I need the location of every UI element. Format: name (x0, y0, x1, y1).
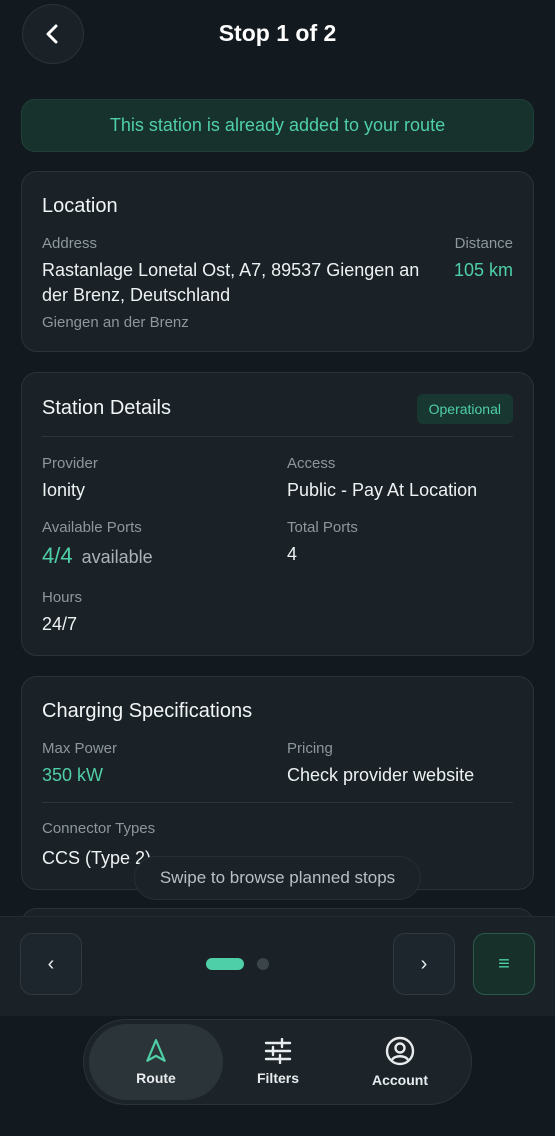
swipe-hint-toast: Swipe to browse planned stops (134, 856, 421, 900)
distance-value: 105 km (453, 260, 513, 280)
page-title: Stop 1 of 2 (218, 20, 337, 46)
address-label: Address (42, 235, 98, 252)
location-card: Location Address Rastanlage Lonetal Ost,… (21, 171, 534, 352)
connector-types-value: CCS (Type 2) (42, 848, 152, 868)
next-stop-button[interactable]: › (393, 933, 455, 995)
divider (42, 802, 513, 803)
city-text: Giengen an der Brenz (42, 314, 189, 331)
sliders-icon (264, 1038, 292, 1064)
previous-stop-button[interactable]: ‹ (20, 933, 82, 995)
stops-list-button[interactable]: ≡ (473, 933, 535, 995)
tab-route-label: Route (136, 1070, 176, 1086)
status-badge: Operational (416, 394, 513, 424)
tab-filters-label: Filters (256, 1070, 299, 1086)
total-ports-label: Total Ports (287, 519, 358, 536)
max-power-label: Max Power (42, 740, 118, 757)
total-ports-value: 4 (287, 544, 298, 564)
stop-pager-bar (0, 916, 555, 1016)
pricing-label: Pricing (287, 740, 333, 757)
already-added-banner: This station is already added to your ro… (21, 99, 534, 152)
station-details-title: Station Details (42, 397, 171, 419)
stop-detail-screen: Stop 1 of 2 This station is already adde… (0, 0, 555, 1136)
access-value: Public - Pay At Location (287, 480, 478, 500)
provider-value: Ionity (42, 480, 86, 500)
address-line-2: der Brenz, Deutschland (42, 285, 231, 305)
tab-account-label: Account (372, 1072, 428, 1088)
available-ports-value-row: 4/4 available (42, 543, 153, 570)
connector-types-label: Connector Types (42, 820, 156, 837)
max-power-value: 350 kW (42, 765, 104, 785)
location-title: Location (42, 195, 118, 217)
user-circle-icon (385, 1036, 415, 1066)
hours-label: Hours (42, 589, 83, 606)
bottom-tab-bar: Route Filters Account (83, 1019, 472, 1105)
header: Stop 1 of 2 (0, 0, 555, 70)
address-line-1: Rastanlage Lonetal Ost, A7, 89537 Gienge… (42, 260, 420, 280)
available-ports-value: 4/4 (42, 543, 73, 568)
pricing-value: Check provider website (287, 765, 475, 785)
page-indicator (257, 958, 269, 970)
station-details-card: Station Details Operational Provider Ion… (21, 372, 534, 656)
provider-label: Provider (42, 455, 98, 472)
tab-account[interactable]: Account (333, 1024, 467, 1100)
page-indicator-active (206, 958, 244, 970)
hours-value: 24/7 (42, 614, 78, 634)
charging-specs-title: Charging Specifications (42, 700, 253, 722)
divider (42, 436, 513, 437)
tab-filters[interactable]: Filters (211, 1024, 345, 1100)
available-ports-label: Available Ports (42, 519, 142, 536)
distance-label: Distance (454, 235, 513, 252)
available-ports-suffix: available (81, 547, 153, 567)
access-label: Access (287, 455, 336, 472)
tab-route[interactable]: Route (89, 1024, 223, 1100)
navigation-arrow-icon (146, 1039, 166, 1062)
